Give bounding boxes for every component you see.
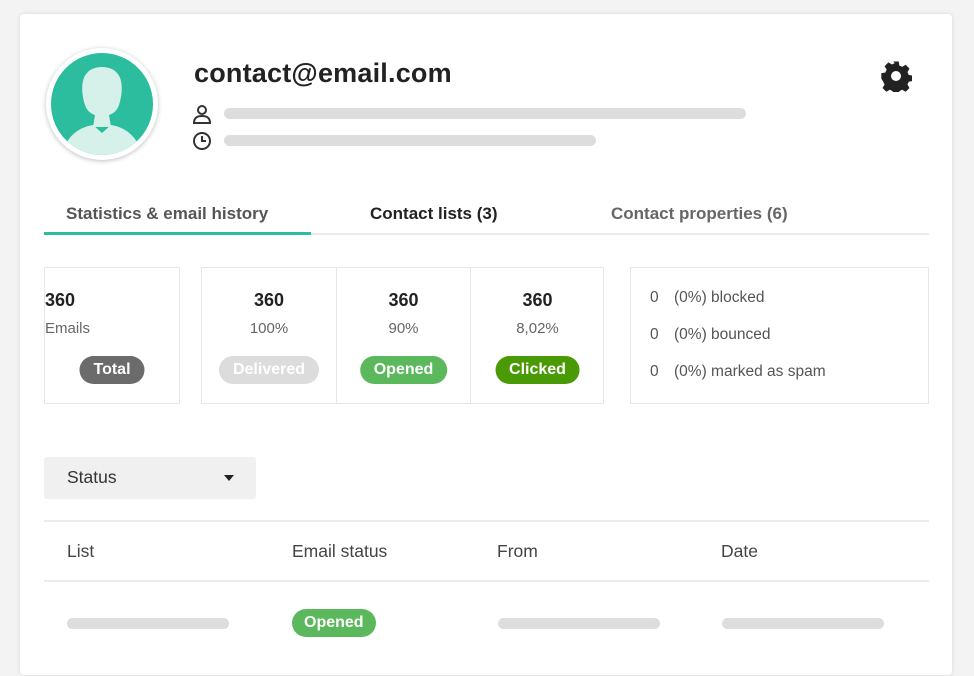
caret-down-icon — [224, 475, 234, 481]
stat-delivered: 360 100% Delivered — [202, 268, 336, 403]
issue-blocked: 0 (0%) blocked — [650, 289, 764, 307]
row-from-placeholder — [498, 618, 660, 629]
clock-outline-icon — [192, 131, 212, 151]
stat-total-sub: Emails — [45, 320, 91, 337]
delivered-badge: Delivered — [218, 356, 320, 384]
opened-badge: Opened — [359, 356, 448, 384]
column-header-from: From — [497, 541, 538, 561]
issue-bounced: 0 (0%) bounced — [650, 326, 771, 344]
issue-bounced-text: (0%) bounced — [674, 326, 771, 343]
tab-contact-lists[interactable]: Contact lists (3) — [370, 204, 498, 224]
person-outline-icon — [192, 104, 212, 124]
avatar — [46, 48, 158, 160]
issue-spam-count: 0 — [650, 363, 659, 380]
active-tab-indicator — [44, 232, 311, 235]
stat-opened-value: 360 — [388, 290, 419, 310]
stat-group: 360 100% Delivered 360 90% Opened 360 8,… — [201, 267, 604, 404]
stat-opened: 360 90% Opened — [337, 268, 470, 403]
row-status-badge: Opened — [292, 609, 376, 637]
stat-delivered-value: 360 — [253, 290, 285, 310]
column-header-date: Date — [721, 541, 758, 561]
stat-total-value: 360 — [45, 290, 76, 310]
status-filter-dropdown[interactable]: Status — [44, 457, 256, 499]
contact-card: contact@email.com Statistics & email his… — [20, 14, 952, 675]
stat-delivered-sub: 100% — [249, 320, 289, 337]
table-top-divider — [44, 520, 929, 522]
stat-clicked-value: 360 — [522, 290, 553, 310]
issue-spam-text: (0%) marked as spam — [674, 363, 826, 380]
issue-bounced-count: 0 — [650, 326, 659, 343]
row-date-placeholder — [722, 618, 884, 629]
tab-statistics[interactable]: Statistics & email history — [66, 204, 268, 224]
stat-clicked-sub: 8,02% — [516, 320, 559, 337]
tab-contact-properties[interactable]: Contact properties (6) — [611, 204, 788, 224]
delivery-issues: 0 (0%) blocked 0 (0%) bounced 0 (0%) marked… — [630, 267, 929, 404]
female-user-silhouette-icon — [51, 53, 153, 155]
gear-icon[interactable] — [880, 60, 913, 96]
contact-name-placeholder — [224, 108, 746, 119]
clicked-badge: Clicked — [495, 356, 580, 384]
issue-blocked-count: 0 — [650, 289, 659, 306]
status-filter-label: Status — [67, 467, 117, 487]
row-list-placeholder — [67, 618, 229, 629]
stat-clicked: 360 8,02% Clicked — [471, 268, 604, 403]
total-badge: Total — [79, 356, 145, 384]
issue-spam: 0 (0%) marked as spam — [650, 363, 826, 381]
issue-blocked-text: (0%) blocked — [674, 289, 765, 306]
column-header-list: List — [67, 541, 95, 561]
column-header-email-status: Email status — [292, 541, 388, 561]
contact-email: contact@email.com — [194, 58, 452, 88]
table-header-divider — [44, 580, 929, 582]
contact-date-placeholder — [224, 135, 596, 146]
stat-total: 360 Emails Total — [44, 267, 180, 404]
stat-opened-sub: 90% — [388, 320, 419, 337]
table-row: Opened — [292, 609, 376, 637]
